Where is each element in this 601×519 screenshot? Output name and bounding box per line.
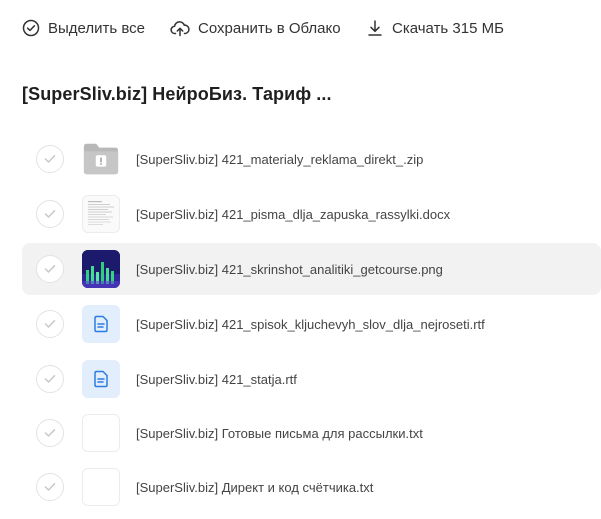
row-checkbox[interactable] xyxy=(36,473,64,501)
row-checkbox[interactable] xyxy=(36,255,64,283)
download-icon xyxy=(368,20,382,36)
check-icon xyxy=(44,155,56,163)
check-icon xyxy=(44,375,56,383)
file-row[interactable]: [SuperSliv.biz] 421_materialy_reklama_di… xyxy=(22,133,601,185)
archive-folder-icon xyxy=(82,140,120,178)
save-to-cloud-button[interactable]: Сохранить в Облако xyxy=(170,12,341,44)
row-checkbox[interactable] xyxy=(36,310,64,338)
select-all-label: Выделить все xyxy=(48,19,146,37)
download-label: Скачать 315 МБ xyxy=(392,19,504,37)
check-icon xyxy=(44,265,56,273)
file-row[interactable]: [SuperSliv.biz] 421_spisok_kljuchevyh_sl… xyxy=(22,298,601,350)
file-row[interactable]: [SuperSliv.biz] 421_skrinshot_analitiki_… xyxy=(22,243,601,295)
cloud-upload-icon xyxy=(170,21,190,37)
row-checkbox[interactable] xyxy=(36,365,64,393)
file-name[interactable]: [SuperSliv.biz] 421_statja.rtf xyxy=(136,372,297,387)
file-name[interactable]: [SuperSliv.biz] 421_spisok_kljuchevyh_sl… xyxy=(136,317,485,332)
document-preview-icon xyxy=(82,195,120,233)
check-circle-icon xyxy=(22,19,40,37)
check-icon xyxy=(44,483,56,491)
check-icon xyxy=(44,320,56,328)
file-row[interactable]: [SuperSliv.biz] 421_pisma_dlja_zapuska_r… xyxy=(22,188,601,240)
text-document-icon xyxy=(82,305,120,343)
folder-title: [SuperSliv.biz] НейроБиз. Тариф ... xyxy=(22,84,332,104)
blank-file-preview-icon xyxy=(82,414,120,452)
select-all-button[interactable]: Выделить все xyxy=(22,12,145,44)
file-name[interactable]: [SuperSliv.biz] Готовые письма для рассы… xyxy=(136,426,423,441)
row-checkbox[interactable] xyxy=(36,145,64,173)
download-button[interactable]: Скачать 315 МБ xyxy=(366,12,504,44)
file-name[interactable]: [SuperSliv.biz] 421_pisma_dlja_zapuska_r… xyxy=(136,207,450,222)
image-preview-icon xyxy=(82,250,120,288)
check-icon xyxy=(44,210,56,218)
row-checkbox[interactable] xyxy=(36,200,64,228)
file-row[interactable]: [SuperSliv.biz] 421_statja.rtf xyxy=(22,353,601,405)
row-checkbox[interactable] xyxy=(36,419,64,447)
toolbar: Выделить все Сохранить в Облако Скачать … xyxy=(0,0,601,56)
blank-file-preview-icon xyxy=(82,468,120,506)
text-document-icon xyxy=(82,360,120,398)
file-row[interactable]: [SuperSliv.biz] Директ и код счётчика.tx… xyxy=(22,461,601,513)
file-name[interactable]: [SuperSliv.biz] 421_materialy_reklama_di… xyxy=(136,152,423,167)
save-to-cloud-label: Сохранить в Облако xyxy=(198,19,341,37)
file-row[interactable]: [SuperSliv.biz] Готовые письма для рассы… xyxy=(22,407,601,459)
file-name[interactable]: [SuperSliv.biz] 421_skrinshot_analitiki_… xyxy=(136,262,443,277)
check-icon xyxy=(44,429,56,437)
file-name[interactable]: [SuperSliv.biz] Директ и код счётчика.tx… xyxy=(136,480,373,495)
